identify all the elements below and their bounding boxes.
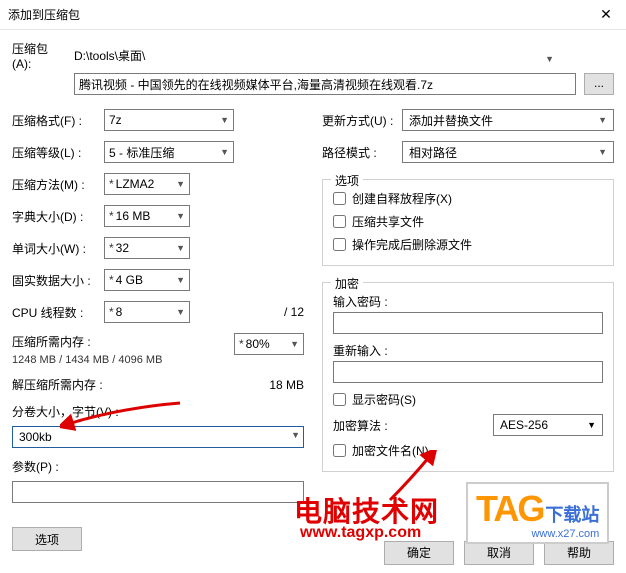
dict-value: 16 MB	[116, 209, 151, 223]
param-input[interactable]	[12, 481, 304, 503]
mem-decompress-value: 18 MB	[269, 378, 304, 392]
algorithm-value: AES-256	[500, 418, 548, 432]
method-value: LZMA2	[116, 177, 155, 191]
pathmode-label: 路径模式 :	[322, 144, 402, 161]
password-input[interactable]	[333, 312, 603, 334]
mem-pct-select[interactable]: *80%▼	[234, 333, 304, 355]
volume-label: 分卷大小，字节(V) :	[12, 403, 304, 420]
chevron-down-icon: ▼	[176, 179, 185, 189]
password-label: 输入密码 :	[333, 293, 603, 310]
chevron-down-icon: ▼	[220, 115, 229, 125]
volume-input[interactable]	[12, 426, 304, 448]
mem-compress-value: 1248 MB / 1434 MB / 4096 MB	[12, 354, 234, 366]
update-select[interactable]: 添加并替换文件 ▼	[402, 109, 614, 131]
encryption-group: 加密 输入密码 : 重新输入 : 显示密码(S) 加密算法 : AES-256▼…	[322, 282, 614, 472]
format-label: 压缩格式(F) :	[12, 112, 104, 129]
chevron-down-icon[interactable]: ▼	[291, 430, 300, 440]
param-label: 参数(P) :	[12, 458, 304, 475]
chevron-down-icon: ▼	[176, 275, 185, 285]
options-group: 选项 创建自释放程序(X) 压缩共享文件 操作完成后删除源文件	[322, 179, 614, 266]
showpw-checkbox[interactable]: 显示密码(S)	[333, 391, 603, 408]
chevron-down-icon: ▼	[176, 243, 185, 253]
delete-checkbox[interactable]: 操作完成后删除源文件	[333, 236, 603, 253]
encname-checkbox[interactable]: 加密文件名(N)	[333, 442, 603, 459]
chevron-down-icon: ▼	[176, 211, 185, 221]
password2-label: 重新输入 :	[333, 342, 603, 359]
cpu-total: / 12	[284, 305, 304, 319]
cpu-select[interactable]: *8▼	[104, 301, 190, 323]
chevron-down-icon: ▼	[598, 147, 607, 157]
dict-select[interactable]: *16 MB▼	[104, 205, 190, 227]
dict-label: 字典大小(D) :	[12, 208, 104, 225]
cpu-value: 8	[116, 305, 123, 319]
chevron-down-icon: ▼	[598, 115, 607, 125]
chevron-down-icon: ▼	[176, 307, 185, 317]
solid-label: 固实数据大小 :	[12, 272, 104, 289]
cpu-label: CPU 线程数 :	[12, 304, 104, 321]
archive-path-prefix: D:\tools\桌面\	[74, 47, 145, 64]
ok-button[interactable]: 确定	[384, 541, 454, 565]
mem-compress-label: 压缩所需内存 :	[12, 333, 234, 350]
window-title: 添加到压缩包	[8, 6, 586, 23]
chevron-down-icon: ▼	[220, 147, 229, 157]
level-label: 压缩等级(L) :	[12, 144, 104, 161]
chevron-down-icon[interactable]: ▼	[545, 54, 554, 64]
algorithm-select[interactable]: AES-256 ▼	[493, 414, 603, 436]
sfx-checkbox[interactable]: 创建自释放程序(X)	[333, 190, 603, 207]
update-value: 添加并替换文件	[409, 112, 493, 129]
encryption-group-label: 加密	[331, 275, 363, 292]
method-label: 压缩方法(M) :	[12, 176, 104, 193]
archive-label: 压缩包(A):	[12, 40, 62, 71]
pathmode-select[interactable]: 相对路径 ▼	[402, 141, 614, 163]
chevron-down-icon: ▼	[587, 420, 596, 430]
update-label: 更新方式(U) :	[322, 112, 402, 129]
browse-button[interactable]: ...	[584, 73, 614, 95]
level-select[interactable]: 5 - 标准压缩 ▼	[104, 141, 234, 163]
solid-select[interactable]: *4 GB▼	[104, 269, 190, 291]
help-button[interactable]: 帮助	[544, 541, 614, 565]
share-checkbox[interactable]: 压缩共享文件	[333, 213, 603, 230]
level-value: 5 - 标准压缩	[109, 144, 174, 161]
pathmode-value: 相对路径	[409, 144, 457, 161]
mem-decompress-label: 解压缩所需内存 :	[12, 376, 269, 393]
password2-input[interactable]	[333, 361, 603, 383]
format-value: 7z	[109, 113, 122, 127]
options-group-label: 选项	[331, 172, 363, 189]
format-select[interactable]: 7z ▼	[104, 109, 234, 131]
cancel-button[interactable]: 取消	[464, 541, 534, 565]
chevron-down-icon: ▼	[290, 339, 299, 349]
solid-value: 4 GB	[116, 273, 143, 287]
algorithm-label: 加密算法 :	[333, 417, 388, 434]
word-select[interactable]: *32▼	[104, 237, 190, 259]
method-select[interactable]: *LZMA2▼	[104, 173, 190, 195]
options-button[interactable]: 选项	[12, 527, 82, 551]
archive-filename-input[interactable]	[74, 73, 576, 95]
word-label: 单词大小(W) :	[12, 240, 104, 257]
word-value: 32	[116, 241, 129, 255]
close-icon[interactable]: ✕	[586, 6, 626, 23]
mem-pct-value: 80%	[246, 337, 270, 351]
